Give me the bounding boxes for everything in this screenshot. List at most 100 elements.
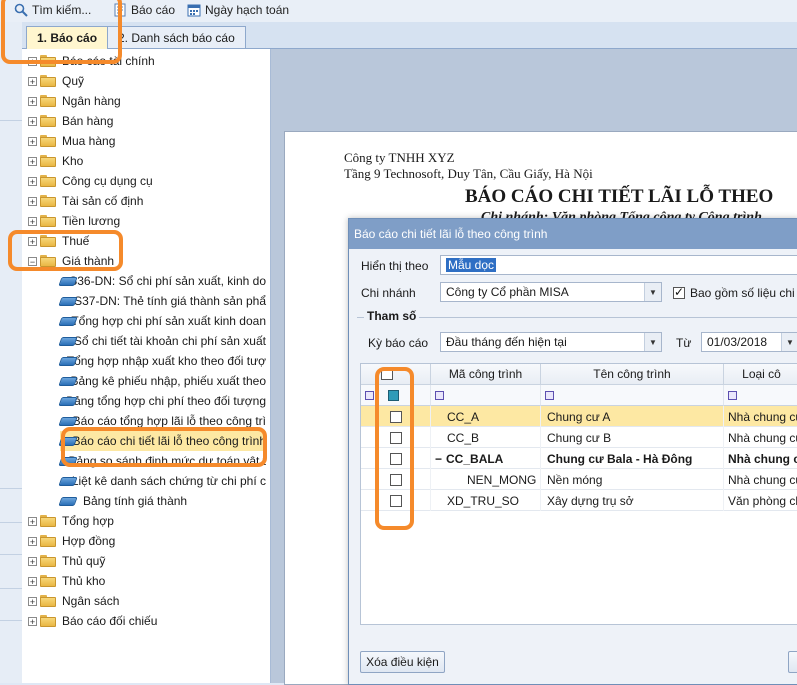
- grid-filter-type[interactable]: [724, 385, 797, 406]
- cell-code: CC_A: [431, 406, 541, 427]
- grid-header-code[interactable]: Mã công trình: [431, 364, 541, 385]
- grid-header-name[interactable]: Tên công trình: [541, 364, 724, 385]
- tree-folder[interactable]: + Bán hàng: [28, 111, 113, 131]
- tree-report-item[interactable]: Liệt kê danh sách chứng từ chi phí c: [60, 471, 266, 491]
- tree-report-item[interactable]: S37-DN: Thẻ tính giá thành sản phẩ: [60, 291, 266, 311]
- period-select[interactable]: Đầu tháng đến hiện tại ▼: [440, 332, 662, 352]
- report-book-icon: [60, 336, 68, 347]
- tree-folder[interactable]: + Quỹ: [28, 71, 84, 91]
- cell-type: Văn phòng cho: [724, 490, 797, 511]
- cell-code-text: CC_A: [447, 410, 479, 424]
- cell-code: NEN_MONG: [431, 469, 541, 490]
- tab-bar: 1. Báo cáo 2. Danh sách báo cáo: [22, 22, 797, 49]
- tree-report-item[interactable]: Sổ chi tiết tài khoản chi phí sản xuất: [60, 331, 266, 351]
- tree-report-item[interactable]: Bảng kê phiếu nhập, phiếu xuất theo: [60, 371, 266, 391]
- folder-icon: [40, 75, 56, 87]
- display-field[interactable]: Mẫu dọc: [440, 255, 797, 275]
- tree-folder[interactable]: + Thủ quỹ: [28, 551, 105, 571]
- dialog-title: Báo cáo chi tiết lãi lỗ theo công trình: [349, 219, 797, 249]
- tree-folder[interactable]: +Thủ kho: [28, 571, 105, 591]
- annotation-checkbox-column: [375, 367, 414, 530]
- tree-folder[interactable]: +Tài sản cố định: [28, 191, 143, 211]
- tree-report-item[interactable]: Bảng tính giá thành: [60, 491, 266, 511]
- report-button[interactable]: Báo cáo: [113, 2, 175, 18]
- include-branch-checkbox[interactable]: [673, 287, 685, 299]
- cell-code-text: XD_TRU_SO: [447, 494, 519, 508]
- expand-icon[interactable]: +: [28, 537, 37, 546]
- from-date-field[interactable]: 01/03/2018 ▼: [701, 332, 797, 352]
- tree-item-label: Bán hàng: [62, 114, 113, 128]
- expand-icon[interactable]: +: [28, 157, 37, 166]
- table-row[interactable]: NEN_MONGNền móngNhà chung cư: [361, 469, 797, 490]
- tree-item-label: S37-DN: Thẻ tính giá thành sản phẩ: [74, 294, 266, 308]
- expand-icon[interactable]: +: [28, 597, 37, 606]
- tree-folder[interactable]: +Kho: [28, 151, 83, 171]
- expand-icon[interactable]: +: [28, 617, 37, 626]
- period-value: Đầu tháng đến hiện tại: [446, 335, 567, 349]
- preview-company: Công ty TNHH XYZ: [344, 150, 455, 166]
- tree-folder[interactable]: +Mua hàng: [28, 131, 115, 151]
- tree-folder[interactable]: +Báo cáo đối chiếu: [28, 611, 157, 631]
- chevron-down-icon[interactable]: ▼: [644, 283, 661, 301]
- branch-select[interactable]: Công ty Cổ phần MISA ▼: [440, 282, 662, 302]
- dialog-ok-button-partial[interactable]: [788, 651, 797, 673]
- expand-icon[interactable]: +: [28, 77, 37, 86]
- accounting-date-button[interactable]: Ngày hạch toán: [187, 2, 289, 18]
- grid-header-type[interactable]: Loại cô: [724, 364, 797, 385]
- cell-name: Nền móng: [541, 469, 724, 490]
- tree-folder[interactable]: + Công cụ dụng cụ: [28, 171, 153, 191]
- clear-conditions-label: Xóa điều kiện: [366, 655, 439, 669]
- report-book-icon: [60, 476, 66, 487]
- tree-folder[interactable]: +Tiền lương: [28, 211, 120, 231]
- expand-icon[interactable]: +: [28, 97, 37, 106]
- tree-item-label: Bảng tính giá thành: [83, 494, 187, 508]
- expand-icon[interactable]: +: [28, 577, 37, 586]
- expand-icon[interactable]: +: [28, 517, 37, 526]
- branch-label: Chi nhánh: [361, 286, 416, 300]
- params-legend: Tham số: [364, 309, 419, 323]
- filter-icon: [545, 391, 554, 400]
- tree-folder[interactable]: +Hợp đồng: [28, 531, 115, 551]
- branch-value: Công ty Cổ phần MISA: [446, 285, 569, 299]
- grid-filter-code[interactable]: [431, 385, 541, 406]
- expand-icon[interactable]: +: [28, 197, 37, 206]
- tree-item-label: Bảng kê phiếu nhập, phiếu xuất theo: [71, 374, 267, 388]
- tree-item-label: Sổ chi tiết tài khoản chi phí sản xuất: [74, 334, 266, 348]
- clear-conditions-button[interactable]: Xóa điều kiện: [360, 651, 445, 673]
- table-row[interactable]: CC_BChung cư BNhà chung cư: [361, 427, 797, 448]
- collapse-icon[interactable]: −: [435, 452, 442, 466]
- expand-icon[interactable]: +: [28, 217, 37, 226]
- expand-icon[interactable]: +: [28, 137, 37, 146]
- tree-folder[interactable]: +Ngân sách: [28, 591, 119, 611]
- tree-item-label: Công cụ dụng cụ: [62, 174, 153, 188]
- tree-item-label: Liệt kê danh sách chứng từ chi phí c: [72, 474, 266, 488]
- tree-item-label: Thủ quỹ: [62, 554, 105, 568]
- report-book-icon: [60, 376, 65, 387]
- tree-folder[interactable]: +Ngân hàng: [28, 91, 121, 111]
- tree-report-item[interactable]: Bảng tổng hợp chi phí theo đối tượng: [60, 391, 266, 411]
- folder-icon: [40, 535, 56, 547]
- expand-icon[interactable]: +: [28, 557, 37, 566]
- tree-item-label: Quỹ: [62, 74, 84, 88]
- tree-report-item[interactable]: Tổng hợp chi phí sản xuất kinh doan: [60, 311, 266, 331]
- chevron-down-icon[interactable]: ▼: [644, 333, 661, 351]
- grid-filter-name[interactable]: [541, 385, 724, 406]
- cell-code-text: NEN_MONG: [467, 473, 536, 487]
- tree-folder[interactable]: +Tổng hợp: [28, 511, 114, 531]
- table-row[interactable]: −CC_BALAChung cư Bala - Hà ĐôngNhà chung…: [361, 448, 797, 469]
- tree-item-label: Tổng hợp chi phí sản xuất kinh doan: [71, 314, 266, 328]
- tree-report-item[interactable]: S36-DN: Sổ chi phí sản xuất, kinh do: [60, 271, 266, 291]
- tree-report-item[interactable]: Tổng hợp nhập xuất kho theo đối tượ: [60, 351, 266, 371]
- tab-report-list[interactable]: 2. Danh sách báo cáo: [107, 26, 246, 48]
- expand-icon[interactable]: +: [28, 117, 37, 126]
- from-date-value: 01/03/2018: [707, 335, 767, 349]
- cell-name: Chung cư A: [541, 406, 724, 427]
- filter-icon[interactable]: [365, 391, 374, 400]
- expand-icon[interactable]: +: [28, 177, 37, 186]
- filter-icon: [435, 391, 444, 400]
- report-book-icon: [60, 416, 67, 427]
- params-divider: [357, 317, 797, 318]
- table-row[interactable]: XD_TRU_SOXây dựng trụ sởVăn phòng cho: [361, 490, 797, 511]
- table-row[interactable]: CC_AChung cư ANhà chung cư: [361, 406, 797, 427]
- calendar-dropdown-icon[interactable]: ▼: [781, 333, 797, 351]
